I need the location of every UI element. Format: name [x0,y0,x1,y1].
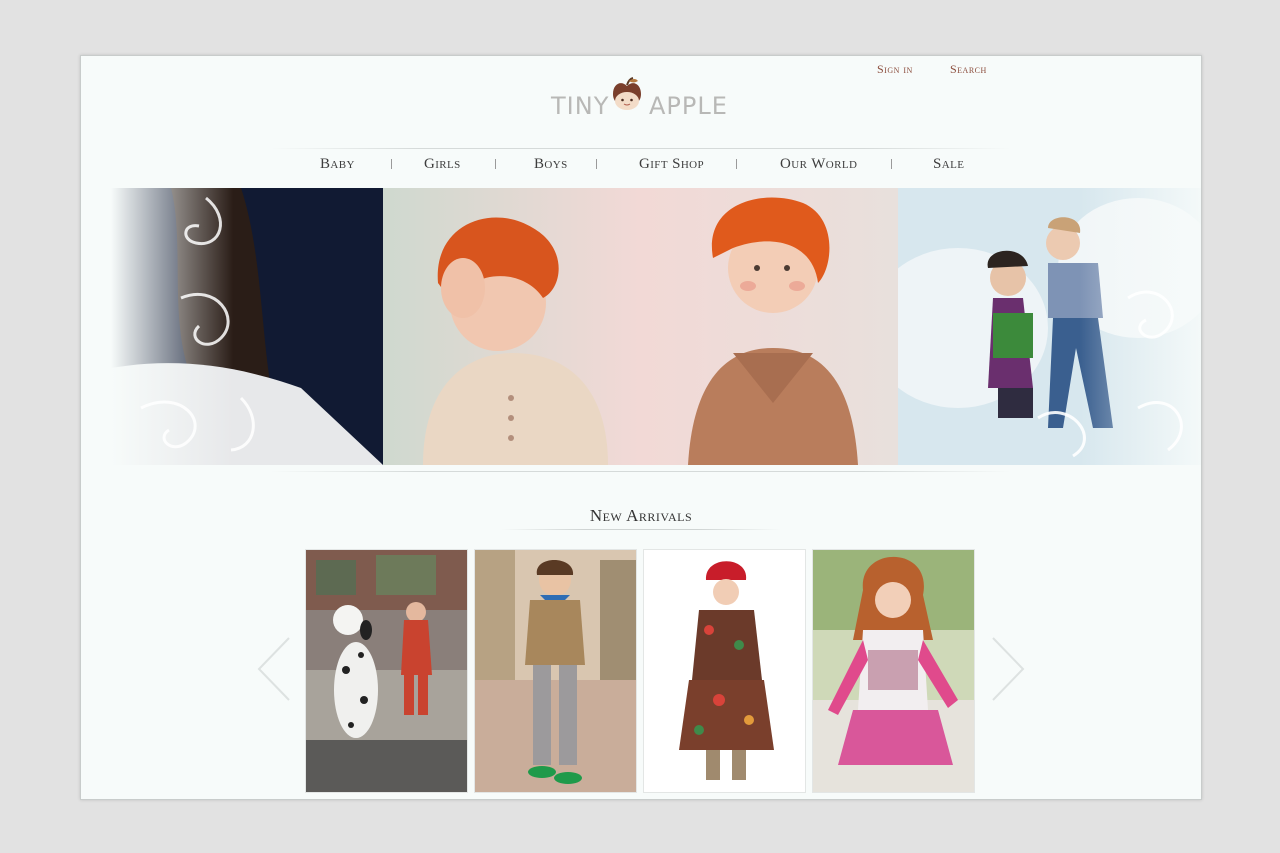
nav-item-our-world[interactable]: Our World [780,156,857,173]
nav-separator [495,159,496,169]
nav-separator [891,159,892,169]
logo-text-tiny: TINY [551,92,610,120]
apple-face-icon [611,76,643,123]
nav-top-rule [271,148,1011,149]
hero-image-center [383,188,898,465]
product-card[interactable] [474,549,637,793]
product-card[interactable] [305,549,468,793]
sign-in-link[interactable]: Sign in [877,62,913,77]
main-nav: Baby Girls Boys Gift Shop Our World Sale [81,156,1201,178]
nav-item-boys[interactable]: Boys [534,156,568,173]
logo-text-apple: APPLE [649,92,728,120]
nav-item-gift-shop[interactable]: Gift Shop [639,156,704,173]
site-logo[interactable]: TINY APPLE [551,76,731,126]
hero-image-left [111,188,383,465]
new-arrivals-title: New Arrivals [589,506,693,525]
hero-image-right [898,188,1201,465]
nav-separator [736,159,737,169]
product-card[interactable] [812,549,975,793]
nav-item-sale[interactable]: Sale [933,156,964,173]
search-link[interactable]: Search [950,62,987,77]
nav-separator [596,159,597,169]
page-frame: Sign in Search TINY APPLE Baby Girls Boy… [80,55,1202,800]
nav-separator [391,159,392,169]
chevron-left-icon[interactable] [257,636,291,707]
nav-item-baby[interactable]: Baby [320,156,355,173]
chevron-right-icon[interactable] [991,636,1025,707]
product-card[interactable] [643,549,806,793]
hero-banner[interactable] [81,188,1201,465]
title-underline [501,529,781,530]
nav-item-girls[interactable]: Girls [424,156,461,173]
hero-bottom-rule [271,471,1011,472]
